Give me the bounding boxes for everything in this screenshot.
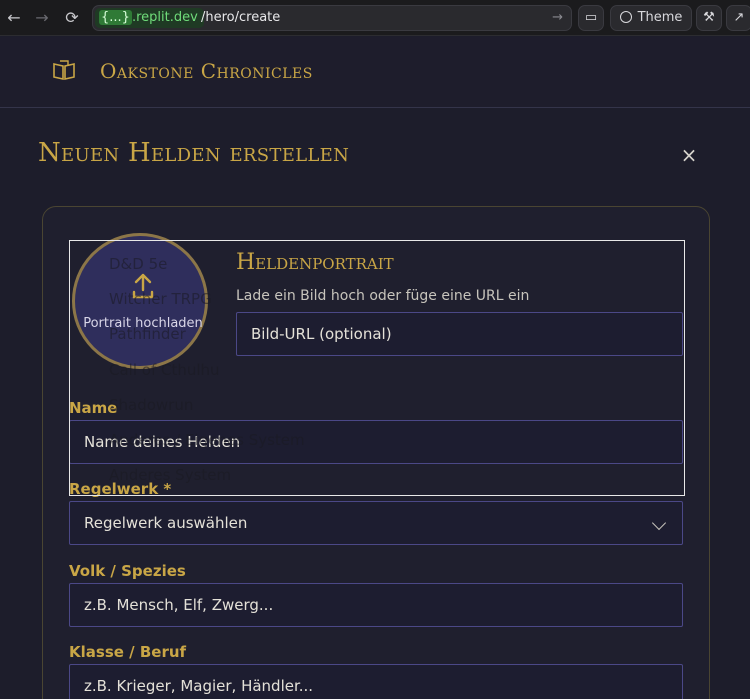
- chevron-down-icon: [651, 515, 667, 531]
- theme-button-label: Theme: [637, 10, 683, 25]
- devices-icon[interactable]: ▭: [578, 5, 604, 31]
- ruleset-option[interactable]: Anderes / Eigenes System: [109, 431, 305, 449]
- url-path: /hero/create: [201, 10, 281, 25]
- ruleset-option[interactable]: Pathfinder: [109, 325, 186, 343]
- url-host: {...} .replit.dev: [95, 8, 204, 28]
- ruleset-option[interactable]: Shadowrun: [109, 396, 193, 414]
- page-title: Neuen Helden erstellen: [38, 138, 350, 168]
- open-book-icon[interactable]: [52, 59, 76, 81]
- palette-icon: [619, 11, 632, 23]
- app-header: Oakstone Chronicles: [0, 37, 750, 108]
- class-input[interactable]: z.B. Krieger, Magier, Händler...: [69, 664, 683, 699]
- address-bar[interactable]: {...} .replit.dev /hero/create →: [92, 5, 572, 31]
- ruleset-select-value: Regelwerk auswählen: [84, 514, 248, 532]
- ruleset-select[interactable]: Regelwerk auswählen: [69, 501, 683, 545]
- ruleset-option[interactable]: Call of Cthulhu: [109, 361, 220, 379]
- forward-arrow-icon[interactable]: →: [32, 8, 52, 28]
- reload-icon[interactable]: ⟳: [62, 8, 82, 28]
- url-host-domain: .replit.dev: [131, 10, 198, 25]
- browser-toolbar: ← → ⟳ {...} .replit.dev /hero/create → ▭ …: [0, 0, 750, 36]
- species-label: Volk / Spezies: [69, 562, 186, 580]
- brand-title[interactable]: Oakstone Chronicles: [100, 59, 313, 83]
- external-link-icon[interactable]: ↗: [726, 5, 750, 31]
- url-host-brace: {...}: [99, 10, 132, 25]
- theme-button[interactable]: Theme: [610, 5, 692, 31]
- wrench-icon[interactable]: ⚒: [696, 5, 722, 31]
- ruleset-option[interactable]: Witcher TRPG: [109, 290, 212, 308]
- go-arrow-icon[interactable]: →: [552, 8, 563, 28]
- close-icon[interactable]: ×: [678, 144, 700, 166]
- ruleset-option[interactable]: D&D 5e: [109, 255, 167, 273]
- species-input[interactable]: z.B. Mensch, Elf, Zwerg...: [69, 583, 683, 627]
- back-arrow-icon[interactable]: ←: [4, 8, 24, 28]
- ruleset-option[interactable]: Anderes System: [109, 466, 231, 484]
- class-label: Klasse / Beruf: [69, 643, 187, 661]
